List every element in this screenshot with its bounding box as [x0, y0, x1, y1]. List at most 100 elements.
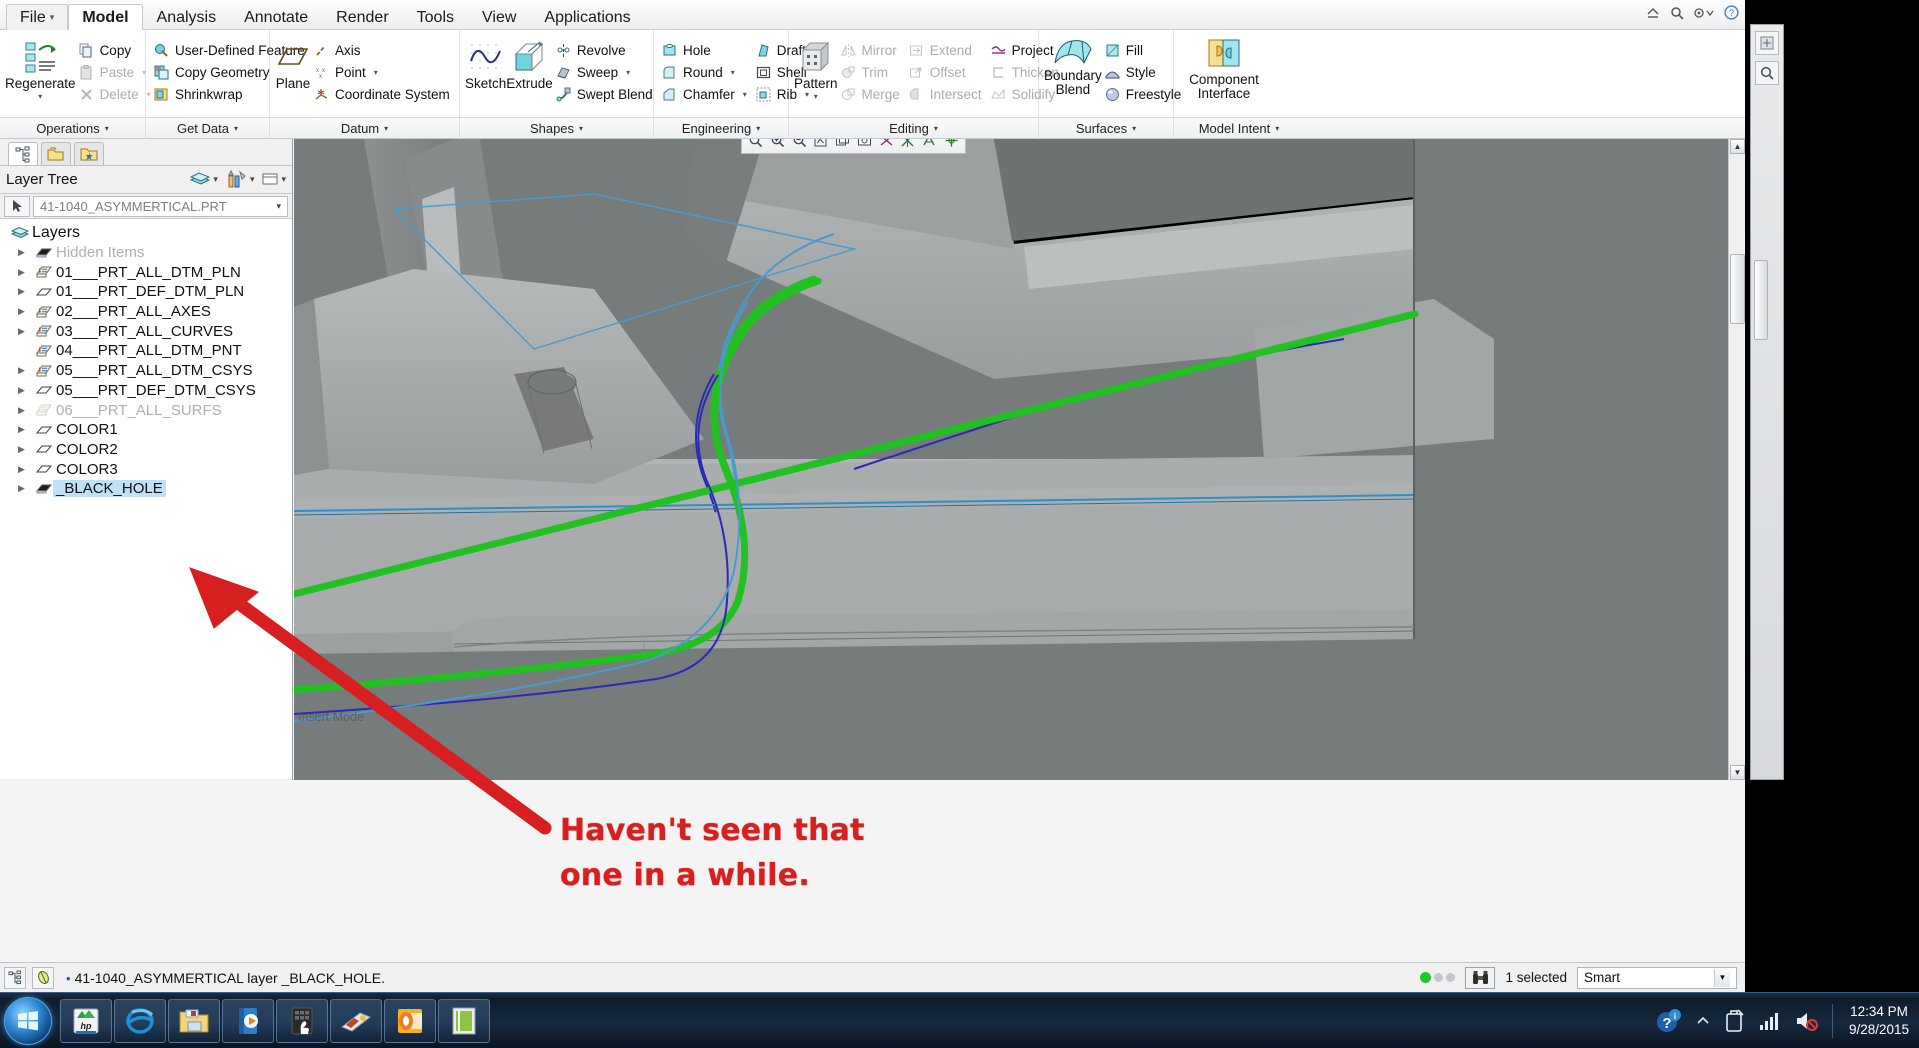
- repaint-icon[interactable]: [811, 139, 831, 151]
- tree-row-05-prt-all-dtm-csys[interactable]: ▶ 05___PRT_ALL_DTM_CSYS: [0, 361, 292, 381]
- group-title-get-data[interactable]: Get Data ▾: [146, 118, 270, 139]
- merge-button[interactable]: Merge: [838, 83, 906, 105]
- expand-triangle-icon[interactable]: ▶: [18, 444, 34, 455]
- tree-row-01-prt-def-dtm-pln[interactable]: ▶ 01___PRT_DEF_DTM_PLN: [0, 282, 292, 302]
- component-interface-button[interactable]: Component Interface: [1179, 34, 1269, 101]
- taskbar-item-calculator[interactable]: [276, 998, 328, 1043]
- regenerate-button[interactable]: Regenerate ▾: [5, 34, 76, 101]
- tree-row-hidden-items[interactable]: ▶ Hidden Items: [0, 243, 292, 263]
- secondary-scrollbar-thumb[interactable]: [1754, 260, 1768, 340]
- hole-button[interactable]: Hole: [659, 39, 753, 61]
- annotation-display-icon[interactable]: [920, 139, 940, 151]
- tree-row-06-prt-all-surfs[interactable]: ▶ 06___PRT_ALL_SURFS: [0, 400, 292, 420]
- expand-triangle-icon[interactable]: ▶: [18, 424, 34, 435]
- intersect-button[interactable]: Intersect: [906, 83, 988, 105]
- tree-row-layers[interactable]: Layers: [0, 223, 292, 243]
- selection-pointer-button[interactable]: [4, 195, 30, 217]
- tree-row-color1[interactable]: ▶ COLOR1: [0, 420, 292, 440]
- extend-button[interactable]: Extend: [906, 39, 988, 61]
- tab-render[interactable]: Render: [322, 4, 402, 30]
- offset-button[interactable]: Offset: [906, 61, 988, 83]
- expand-triangle-icon[interactable]: ▶: [18, 405, 34, 416]
- tree-row-color3[interactable]: ▶ COLOR3: [0, 459, 292, 479]
- expand-triangle-icon[interactable]: ▶: [18, 267, 34, 278]
- tab-model-tree[interactable]: [8, 142, 38, 165]
- tab-favorites[interactable]: [74, 142, 104, 165]
- layer-display-options[interactable]: ▾: [262, 171, 286, 188]
- pattern-button[interactable]: Pattern ▾: [794, 34, 838, 101]
- tree-row-color2[interactable]: ▶ COLOR2: [0, 440, 292, 460]
- scroll-down-arrow[interactable]: ▼: [1730, 765, 1745, 780]
- chamfer-button[interactable]: Chamfer ▾: [659, 83, 753, 105]
- tab-tools[interactable]: Tools: [403, 4, 468, 30]
- layer-filter-value[interactable]: 41-1040_ASYMMERTICAL.PRT ▾: [33, 195, 288, 217]
- removable-media-icon[interactable]: [1724, 1008, 1744, 1033]
- group-title-shapes[interactable]: Shapes ▾: [460, 118, 654, 139]
- scroll-up-arrow[interactable]: ▲: [1730, 139, 1745, 154]
- graphics-vertical-scrollbar[interactable]: ▲ ▼: [1728, 139, 1745, 780]
- tree-row-01-prt-all-dtm-pln[interactable]: ▶ 01___PRT_ALL_DTM_PLN: [0, 262, 292, 282]
- axis-button[interactable]: Axis: [311, 39, 456, 61]
- expand-triangle-icon[interactable]: ▶: [18, 306, 34, 317]
- help-icon[interactable]: ?: [1724, 5, 1739, 23]
- taskbar-item-outlook[interactable]: [384, 998, 436, 1043]
- sketch-button[interactable]: Sketch: [465, 34, 506, 91]
- trim-button[interactable]: Trim: [838, 61, 906, 83]
- point-button[interactable]: xxx Point ▾: [311, 61, 456, 83]
- globe-icon[interactable]: [32, 966, 54, 989]
- tab-annotate[interactable]: Annotate: [230, 4, 322, 30]
- search-icon[interactable]: [1670, 6, 1684, 23]
- datum-display-icon[interactable]: [898, 139, 918, 151]
- tab-model[interactable]: Model: [68, 4, 143, 30]
- group-title-model-intent[interactable]: Model Intent ▾: [1174, 118, 1304, 139]
- network-signal-icon[interactable]: [1758, 1011, 1780, 1031]
- tab-analysis[interactable]: Analysis: [143, 4, 231, 30]
- taskbar-item-creo[interactable]: [438, 998, 490, 1043]
- taskbar-clock[interactable]: 12:34 PM 9/28/2015: [1847, 1003, 1911, 1039]
- revolve-button[interactable]: Revolve: [553, 39, 659, 61]
- group-title-engineering[interactable]: Engineering ▾: [654, 118, 789, 139]
- perspective-icon[interactable]: [876, 139, 896, 151]
- expand-triangle-icon[interactable]: ▶: [18, 286, 34, 297]
- chevron-down-icon[interactable]: ▾: [213, 174, 218, 185]
- sweep-button[interactable]: Sweep ▾: [553, 61, 659, 83]
- graphics-viewport[interactable]: Insert Mode ▲ ▼: [294, 139, 1745, 780]
- options-icon[interactable]: [1694, 7, 1714, 22]
- tab-applications[interactable]: Applications: [530, 4, 644, 30]
- group-title-operations[interactable]: Operations ▾: [0, 118, 146, 139]
- tree-row-black-hole[interactable]: ▶ _BLACK_HOLE: [0, 479, 292, 499]
- taskbar-item-photo-viewer[interactable]: [330, 998, 382, 1043]
- round-button[interactable]: Round ▾: [659, 61, 753, 83]
- expand-triangle-icon[interactable]: ▶: [18, 385, 34, 396]
- group-title-datum[interactable]: Datum ▾: [270, 118, 460, 139]
- chevron-down-icon[interactable]: ▾: [814, 92, 818, 101]
- expand-triangle-icon[interactable]: ▶: [18, 326, 34, 337]
- extrude-button[interactable]: Extrude: [506, 34, 553, 91]
- zoom-out-icon[interactable]: [789, 139, 809, 151]
- minimize-ribbon-icon[interactable]: [1646, 7, 1660, 22]
- volume-muted-icon[interactable]: [1794, 1010, 1818, 1032]
- zoom-fit-icon[interactable]: [746, 139, 766, 151]
- taskbar-item-internet-explorer[interactable]: [114, 998, 166, 1043]
- tab-view[interactable]: View: [468, 4, 530, 30]
- saved-views-icon[interactable]: [855, 139, 875, 151]
- boundary-blend-button[interactable]: Boundary Blend: [1044, 34, 1102, 97]
- tree-row-04-prt-all-dtm-pnt[interactable]: 04___PRT_ALL_DTM_PNT: [0, 341, 292, 361]
- expand-triangle-icon[interactable]: ▶: [18, 464, 34, 475]
- taskbar-item-hp[interactable]: hp: [60, 998, 112, 1043]
- copy-button[interactable]: Copy: [76, 39, 157, 61]
- chevron-down-icon[interactable]: ▾: [281, 174, 286, 185]
- tree-row-03-prt-all-curves[interactable]: ▶ 03___PRT_ALL_CURVES: [0, 321, 292, 341]
- swept-blend-button[interactable]: Swept Blend: [553, 83, 659, 105]
- chevron-down-icon[interactable]: ▾: [250, 174, 255, 185]
- chevron-down-icon[interactable]: ▾: [276, 201, 281, 212]
- panel-search-icon[interactable]: [1755, 61, 1779, 85]
- tree-row-05-prt-def-dtm-csys[interactable]: ▶ 05___PRT_DEF_DTM_CSYS: [0, 381, 292, 401]
- paste-button[interactable]: Paste ▾: [76, 61, 157, 83]
- group-title-surfaces[interactable]: Surfaces ▾: [1039, 118, 1174, 139]
- tab-file[interactable]: File ▾: [6, 4, 69, 30]
- show-hidden-icons-arrow[interactable]: [1696, 1016, 1710, 1026]
- chevron-down-icon[interactable]: ▾: [38, 92, 42, 101]
- coordinate-system-button[interactable]: Coordinate System: [311, 83, 456, 105]
- graphics-toolbar[interactable]: [741, 139, 966, 154]
